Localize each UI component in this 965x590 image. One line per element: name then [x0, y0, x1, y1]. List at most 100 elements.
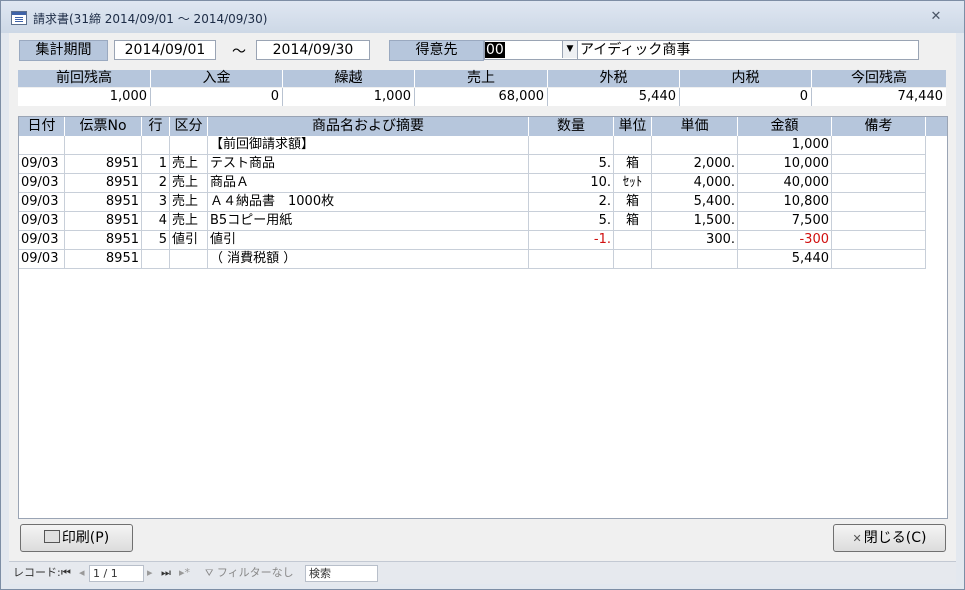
- cell-remarks[interactable]: [832, 155, 926, 174]
- cell-slip-no[interactable]: 8951: [65, 174, 142, 193]
- cell-unit-price[interactable]: [652, 250, 738, 269]
- cell-date[interactable]: 09/03: [19, 193, 65, 212]
- cell-amount[interactable]: 7,500: [738, 212, 832, 231]
- cell-unit[interactable]: [614, 136, 652, 155]
- cell-amount[interactable]: 40,000: [738, 174, 832, 193]
- cell-line[interactable]: 1: [142, 155, 170, 174]
- cell-unit-price[interactable]: [652, 136, 738, 155]
- cell-line[interactable]: [142, 250, 170, 269]
- new-record-icon[interactable]: ▸*: [179, 562, 190, 584]
- cell-remarks[interactable]: [832, 250, 926, 269]
- cell-unit-price[interactable]: 4,000.: [652, 174, 738, 193]
- first-record-icon[interactable]: ⏮: [61, 562, 71, 584]
- cell-remarks[interactable]: [832, 231, 926, 250]
- table-row[interactable]: 09/03 8951 2 売上 商品Ａ 10. ｾｯﾄ 4,000. 40,000: [19, 174, 926, 193]
- cell-slip-no[interactable]: 8951: [65, 231, 142, 250]
- filter-icon: ⛛: [205, 568, 214, 579]
- cell-slip-no[interactable]: 8951: [65, 212, 142, 231]
- cell-category[interactable]: 売上: [170, 193, 208, 212]
- cell-date[interactable]: 09/03: [19, 250, 65, 269]
- cell-item-description[interactable]: 値引: [208, 231, 529, 250]
- previous-record-icon[interactable]: ◂: [79, 562, 85, 584]
- cell-slip-no[interactable]: 8951: [65, 155, 142, 174]
- record-position-input[interactable]: 1 / 1: [89, 565, 144, 582]
- cell-remarks[interactable]: [832, 212, 926, 231]
- column-header-category: 区分: [170, 117, 208, 136]
- column-header-remarks: 備考: [832, 117, 926, 136]
- column-header-unit-price: 単価: [652, 117, 738, 136]
- cell-unit[interactable]: [614, 231, 652, 250]
- table-row[interactable]: 09/03 8951 1 売上 テスト商品 5. 箱 2,000. 10,000: [19, 155, 926, 174]
- invoice-window: 請求書(31締 2014/09/01 ～ 2014/09/30) ✕ 集計期間 …: [0, 0, 965, 590]
- last-record-icon[interactable]: ⏭: [161, 562, 171, 584]
- table-row[interactable]: 09/03 8951 （ 消費税額 ） 5,440: [19, 250, 926, 269]
- cell-item-description[interactable]: Ａ４納品書 1000枚: [208, 193, 529, 212]
- cell-remarks[interactable]: [832, 136, 926, 155]
- cell-quantity[interactable]: [529, 136, 614, 155]
- cell-remarks[interactable]: [832, 193, 926, 212]
- cell-category[interactable]: 売上: [170, 155, 208, 174]
- window-close-icon[interactable]: ✕: [926, 9, 946, 25]
- next-record-icon[interactable]: ▸: [147, 562, 153, 584]
- cell-slip-no[interactable]: 8951: [65, 193, 142, 212]
- cell-unit[interactable]: ｾｯﾄ: [614, 174, 652, 193]
- cell-line[interactable]: [142, 136, 170, 155]
- cell-amount[interactable]: 5,440: [738, 250, 832, 269]
- cell-date[interactable]: [19, 136, 65, 155]
- cell-quantity[interactable]: 10.: [529, 174, 614, 193]
- cell-unit[interactable]: 箱: [614, 212, 652, 231]
- cell-category[interactable]: 売上: [170, 212, 208, 231]
- search-input[interactable]: 検索: [305, 565, 378, 582]
- cell-amount[interactable]: 10,800: [738, 193, 832, 212]
- cell-item-description[interactable]: 商品Ａ: [208, 174, 529, 193]
- cell-quantity[interactable]: [529, 250, 614, 269]
- cell-unit-price[interactable]: 5,400.: [652, 193, 738, 212]
- cell-line[interactable]: 2: [142, 174, 170, 193]
- cell-amount[interactable]: -300: [738, 231, 832, 250]
- cell-category[interactable]: [170, 250, 208, 269]
- column-header-line: 行: [142, 117, 170, 136]
- summary-value: 5,440: [548, 88, 680, 106]
- cell-quantity[interactable]: 5.: [529, 155, 614, 174]
- cell-item-description[interactable]: B5コピー用紙: [208, 212, 529, 231]
- cell-category[interactable]: 値引: [170, 231, 208, 250]
- cell-date[interactable]: 09/03: [19, 174, 65, 193]
- cell-quantity[interactable]: -1.: [529, 231, 614, 250]
- print-button[interactable]: 印刷(P): [20, 524, 133, 552]
- cell-quantity[interactable]: 5.: [529, 212, 614, 231]
- summary-value: 0: [680, 88, 812, 106]
- summary-header: 前回残高: [18, 70, 151, 87]
- cell-unit[interactable]: 箱: [614, 155, 652, 174]
- cell-item-description[interactable]: （ 消費税額 ）: [208, 250, 529, 269]
- cell-amount[interactable]: 10,000: [738, 155, 832, 174]
- record-navigation-bar: レコード: ⏮ ◂ 1 / 1 ▸ ⏭ ▸* ⛛ フィルターなし 検索: [9, 561, 956, 584]
- table-row[interactable]: 09/03 8951 5 値引 値引 -1. 300. -300: [19, 231, 926, 250]
- filter-toggle[interactable]: ⛛ フィルターなし: [205, 562, 294, 585]
- table-row[interactable]: 09/03 8951 4 売上 B5コピー用紙 5. 箱 1,500. 7,500: [19, 212, 926, 231]
- cell-date[interactable]: 09/03: [19, 231, 65, 250]
- cell-date[interactable]: 09/03: [19, 212, 65, 231]
- cell-unit-price[interactable]: 300.: [652, 231, 738, 250]
- cell-item-description[interactable]: 【前回御請求額】: [208, 136, 529, 155]
- print-button-label: 印刷(P): [61, 530, 110, 546]
- table-row[interactable]: 09/03 8951 3 売上 Ａ４納品書 1000枚 2. 箱 5,400. 10,800: [19, 193, 926, 212]
- cell-date[interactable]: 09/03: [19, 155, 65, 174]
- cell-category[interactable]: 売上: [170, 174, 208, 193]
- cell-slip-no[interactable]: 8951: [65, 250, 142, 269]
- cell-line[interactable]: 3: [142, 193, 170, 212]
- cell-line[interactable]: 4: [142, 212, 170, 231]
- cell-item-description[interactable]: テスト商品: [208, 155, 529, 174]
- cell-slip-no[interactable]: [65, 136, 142, 155]
- cell-line[interactable]: 5: [142, 231, 170, 250]
- invoice-detail-grid[interactable]: 日付 伝票No 行区分 商品名および摘要 数量 単位 単価 金額 備考 【前回御請求額】 1,000…: [18, 116, 948, 519]
- cell-unit-price[interactable]: 1,500.: [652, 212, 738, 231]
- cell-amount[interactable]: 1,000: [738, 136, 832, 155]
- cell-quantity[interactable]: 2.: [529, 193, 614, 212]
- cell-remarks[interactable]: [832, 174, 926, 193]
- cell-unit[interactable]: 箱: [614, 193, 652, 212]
- close-button[interactable]: ✕ 閉じる(C): [833, 524, 946, 552]
- cell-unit[interactable]: [614, 250, 652, 269]
- cell-category[interactable]: [170, 136, 208, 155]
- cell-unit-price[interactable]: 2,000.: [652, 155, 738, 174]
- table-row[interactable]: 【前回御請求額】 1,000: [19, 136, 926, 155]
